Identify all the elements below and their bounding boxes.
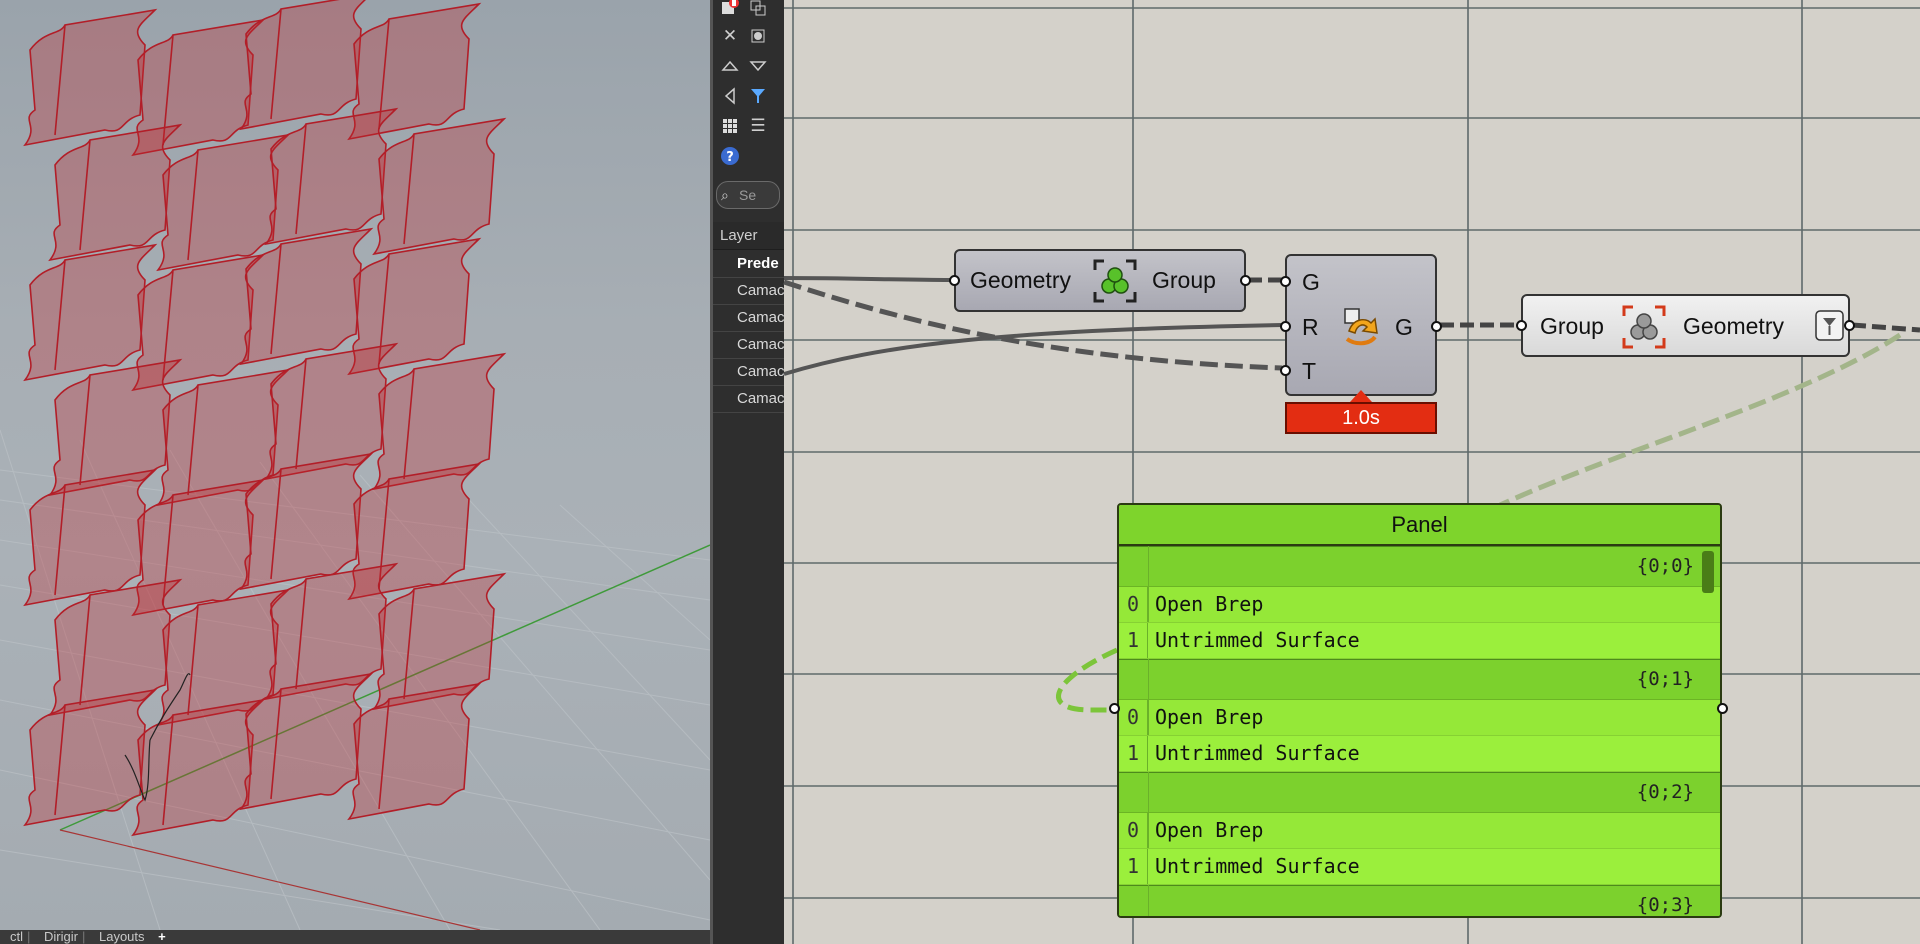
ungroup-component[interactable]: Group Geometry [1516, 294, 1855, 357]
group-input-label: Geometry [970, 267, 1071, 293]
output-port[interactable] [1240, 275, 1251, 286]
wire [1851, 322, 1920, 333]
input-g-label: G [1302, 269, 1320, 295]
input-port[interactable] [1280, 365, 1291, 376]
input-r-label: R [1302, 314, 1319, 340]
panel-item: 1 Untrimmed Surface [1119, 736, 1720, 772]
input-port[interactable] [1280, 321, 1291, 332]
profiler-timer: 1.0s [1285, 402, 1437, 434]
item-index: 1 [1119, 623, 1148, 658]
group-component[interactable]: Geometry Group [949, 249, 1251, 312]
timer-pointer [1350, 390, 1372, 402]
flatten-icon[interactable] [1815, 310, 1845, 347]
item-index: 0 [1119, 813, 1148, 848]
ungroup-output-label: Geometry [1683, 313, 1784, 339]
output-port[interactable] [1844, 320, 1855, 331]
panel-item: 0 Open Brep [1119, 700, 1720, 736]
ungroup-icon [1621, 304, 1667, 355]
transform-icon [1335, 301, 1383, 356]
transform-component[interactable]: G R T G [1280, 254, 1442, 396]
panel-component[interactable]: Panel {0;0} 0 Open Brep 1 Untrimmed Surf… [1117, 503, 1722, 918]
item-text: Open Brep [1155, 592, 1264, 616]
ungroup-input-label: Group [1540, 313, 1604, 339]
input-port[interactable] [949, 275, 960, 286]
item-index: 0 [1119, 587, 1148, 622]
panel-item: 0 Open Brep [1119, 587, 1720, 623]
output-g-label: G [1395, 314, 1413, 340]
item-text: Open Brep [1155, 705, 1264, 729]
panel-title: Panel [1119, 505, 1720, 546]
branch-path: {0;3} [1119, 885, 1720, 916]
branch-path: {0;2} [1119, 772, 1720, 813]
panel-output-port[interactable] [1717, 703, 1728, 714]
item-index: 0 [1119, 700, 1148, 735]
input-port[interactable] [1516, 320, 1527, 331]
panel-input-port[interactable] [1109, 703, 1120, 714]
input-t-label: T [1302, 358, 1317, 384]
branch-path: {0;0} [1119, 546, 1720, 587]
wire [1056, 647, 1119, 713]
panel-item: 1 Untrimmed Surface [1119, 849, 1720, 885]
item-text: Untrimmed Surface [1155, 854, 1360, 878]
branch-path: {0;1} [1119, 659, 1720, 700]
input-port[interactable] [1280, 276, 1291, 287]
item-index: 1 [1119, 849, 1148, 884]
group-output-label: Group [1152, 267, 1216, 293]
item-index: 1 [1119, 736, 1148, 771]
panel-item: 0 Open Brep [1119, 813, 1720, 849]
item-text: Open Brep [1155, 818, 1264, 842]
wire [1498, 332, 1902, 508]
item-text: Untrimmed Surface [1155, 628, 1360, 652]
group-icon [1092, 258, 1138, 309]
panel-item: 1 Untrimmed Surface [1119, 623, 1720, 659]
wire [783, 276, 951, 282]
panel-scrollbar[interactable] [1702, 551, 1714, 593]
output-port[interactable] [1431, 321, 1442, 332]
item-text: Untrimmed Surface [1155, 741, 1360, 765]
